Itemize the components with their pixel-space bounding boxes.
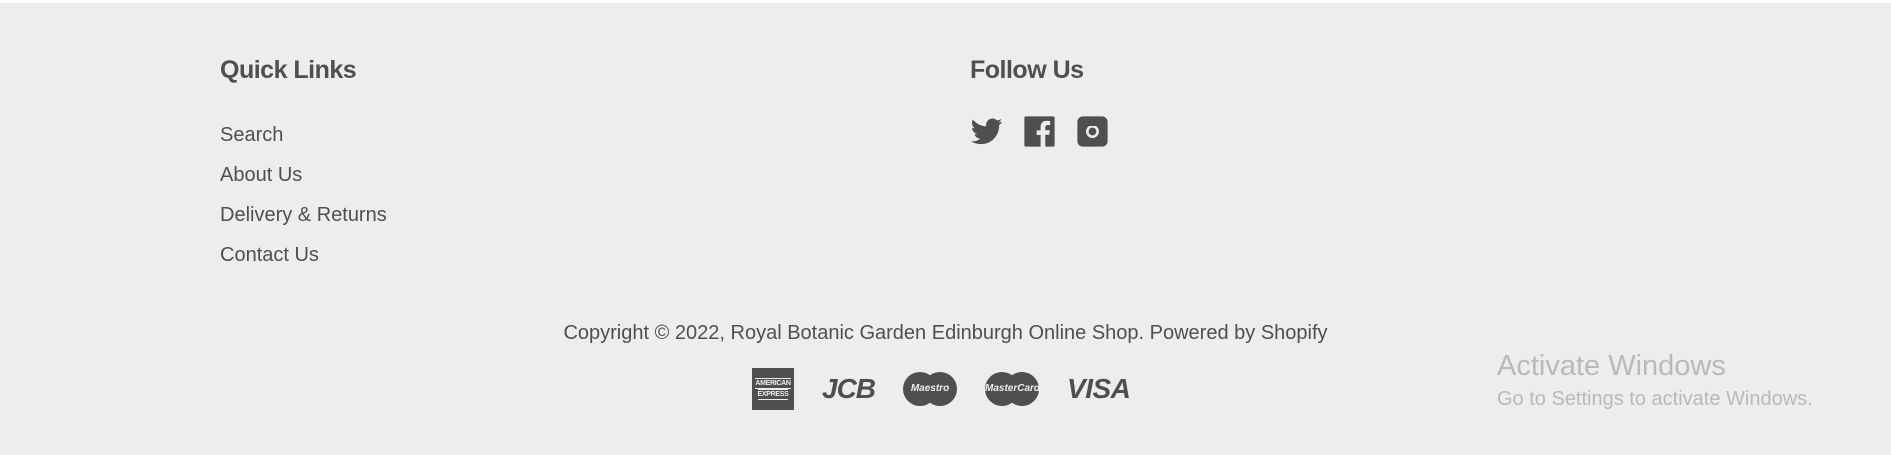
maestro-icon: Maestro (903, 372, 958, 406)
follow-us-heading: Follow Us (970, 56, 1084, 84)
copyright-text: Copyright © 2022, Royal Botanic Garden E… (563, 322, 1328, 344)
quick-links-list: Search About Us Delivery & Returns Conta… (220, 115, 387, 275)
twitter-icon[interactable] (970, 115, 1003, 148)
quick-links-section: Quick Links Search About Us Delivery & R… (220, 53, 387, 275)
jcb-icon: JCB (822, 373, 876, 404)
follow-us-section: Follow Us (970, 53, 1109, 148)
facebook-icon[interactable] (1023, 115, 1056, 148)
quick-links-heading: Quick Links (220, 56, 357, 84)
amex-label-top: AMERICAN (755, 378, 791, 389)
social-links (970, 115, 1109, 148)
activate-windows-title: Activate Windows (1497, 350, 1726, 382)
amex-label-bottom: EXPRESS (757, 389, 789, 400)
mastercard-label: MasterCard (985, 383, 1041, 394)
maestro-label: Maestro (910, 383, 950, 394)
instagram-icon[interactable] (1076, 115, 1109, 148)
link-contact-us[interactable]: Contact Us (220, 235, 387, 275)
payment-methods: AMERICAN EXPRESS JCB Maestro MasterCard … (752, 368, 1131, 410)
activate-windows-subtitle: Go to Settings to activate Windows. (1497, 388, 1813, 410)
link-delivery-returns[interactable]: Delivery & Returns (220, 195, 387, 235)
amex-icon: AMERICAN EXPRESS (752, 368, 794, 410)
visa-icon: VISA (1067, 373, 1131, 404)
mastercard-icon: MasterCard (985, 372, 1041, 406)
activate-windows-watermark: Activate Windows Go to Settings to activ… (1497, 348, 1813, 414)
site-footer: Quick Links Search About Us Delivery & R… (0, 3, 1891, 455)
link-about-us[interactable]: About Us (220, 155, 387, 195)
link-search[interactable]: Search (220, 115, 387, 155)
